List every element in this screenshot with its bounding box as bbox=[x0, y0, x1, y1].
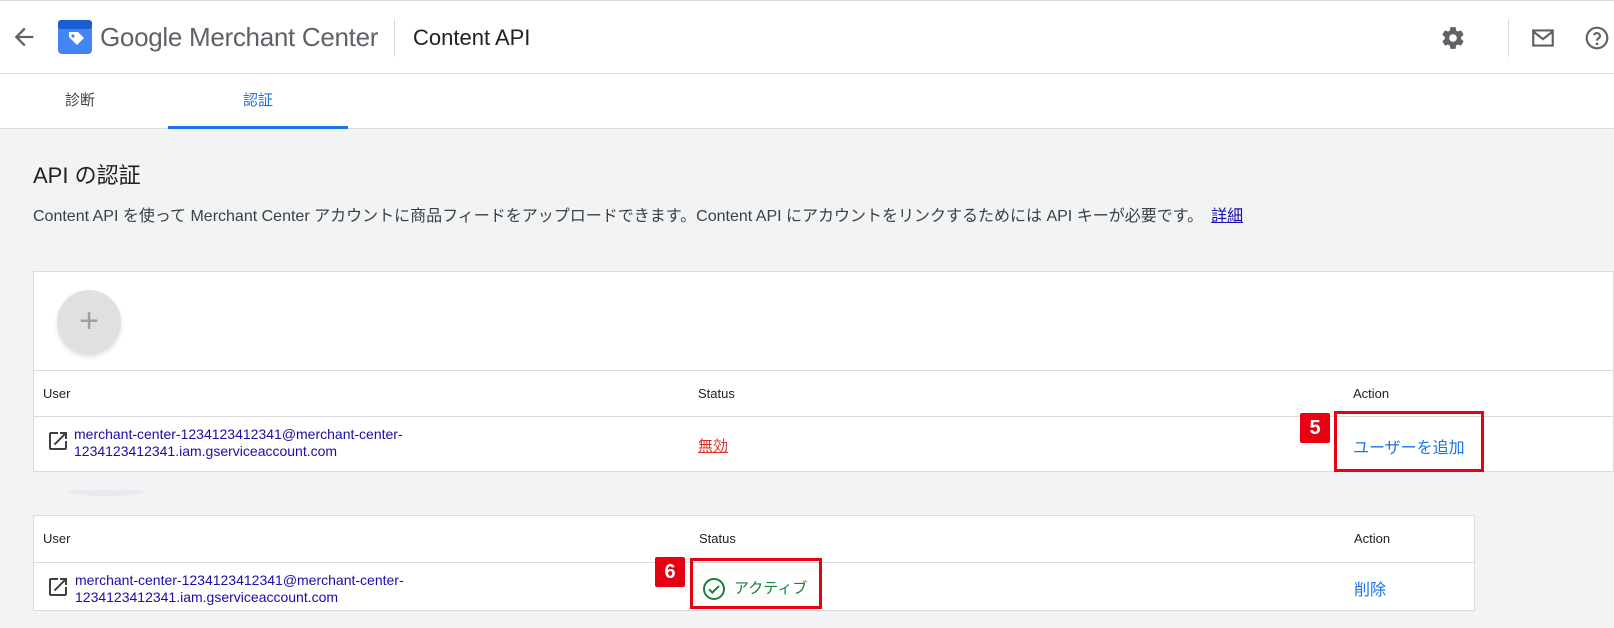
column-action: Action bbox=[1353, 386, 1390, 401]
active-tab-indicator bbox=[168, 126, 348, 129]
mail-icon[interactable] bbox=[1530, 25, 1556, 51]
header-divider-right bbox=[1508, 19, 1509, 57]
card-shadow-decoration bbox=[68, 490, 144, 496]
page-title: API の認証 bbox=[33, 163, 141, 188]
email-line-2: 1234123412341.iam.gserviceaccount.com bbox=[74, 443, 338, 459]
page-product-title: Content API bbox=[413, 25, 531, 50]
callout-highlight-6 bbox=[690, 558, 822, 609]
help-icon[interactable] bbox=[1584, 25, 1610, 51]
gear-icon[interactable] bbox=[1440, 25, 1466, 51]
email-line-1: merchant-center-1234123412341@merchant-c… bbox=[74, 426, 403, 442]
merchant-center-logo bbox=[58, 20, 92, 54]
table-header: User Status Action bbox=[34, 516, 1474, 563]
brand-product: Merchant Center bbox=[188, 22, 379, 52]
annotation-badge-6: 6 bbox=[655, 557, 685, 587]
column-user: User bbox=[43, 531, 71, 546]
details-link[interactable]: 詳細 bbox=[1211, 208, 1243, 225]
header-divider bbox=[394, 19, 395, 57]
description-text: Content API を使って Merchant Center アカウントに商… bbox=[33, 208, 1204, 225]
email-line-2: 1234123412341.iam.gserviceaccount.com bbox=[75, 589, 339, 605]
service-account-email[interactable]: merchant-center-1234123412341@merchant-c… bbox=[75, 572, 435, 606]
column-status: Status bbox=[699, 531, 736, 546]
open-in-new-icon[interactable] bbox=[46, 575, 70, 599]
column-action: Action bbox=[1354, 531, 1391, 546]
column-user: User bbox=[43, 386, 71, 401]
brand-name: Google Merchant Center bbox=[100, 22, 378, 53]
table-header: User Status Action bbox=[34, 370, 1613, 417]
annotation-badge-5: 5 bbox=[1300, 413, 1330, 443]
open-in-new-icon[interactable] bbox=[46, 429, 70, 453]
tab-diagnostics[interactable]: 診断 bbox=[30, 74, 130, 128]
page-description: Content API を使って Merchant Center アカウントに商… bbox=[33, 202, 1243, 226]
tab-bar: 診断 認証 bbox=[0, 74, 1614, 129]
callout-highlight-5 bbox=[1334, 411, 1484, 472]
back-arrow-icon[interactable] bbox=[10, 23, 38, 51]
email-line-1: merchant-center-1234123412341@merchant-c… bbox=[75, 572, 404, 588]
tab-authentication[interactable]: 認証 bbox=[168, 74, 348, 128]
service-account-email[interactable]: merchant-center-1234123412341@merchant-c… bbox=[74, 426, 434, 460]
status-inactive: 無効 bbox=[698, 438, 729, 455]
column-status: Status bbox=[698, 386, 735, 401]
brand-google: Google bbox=[100, 22, 183, 52]
top-app-bar: Google Merchant Center Content API bbox=[0, 0, 1614, 74]
add-account-button[interactable]: + bbox=[57, 290, 121, 354]
delete-link[interactable]: 削除 bbox=[1354, 576, 1386, 600]
